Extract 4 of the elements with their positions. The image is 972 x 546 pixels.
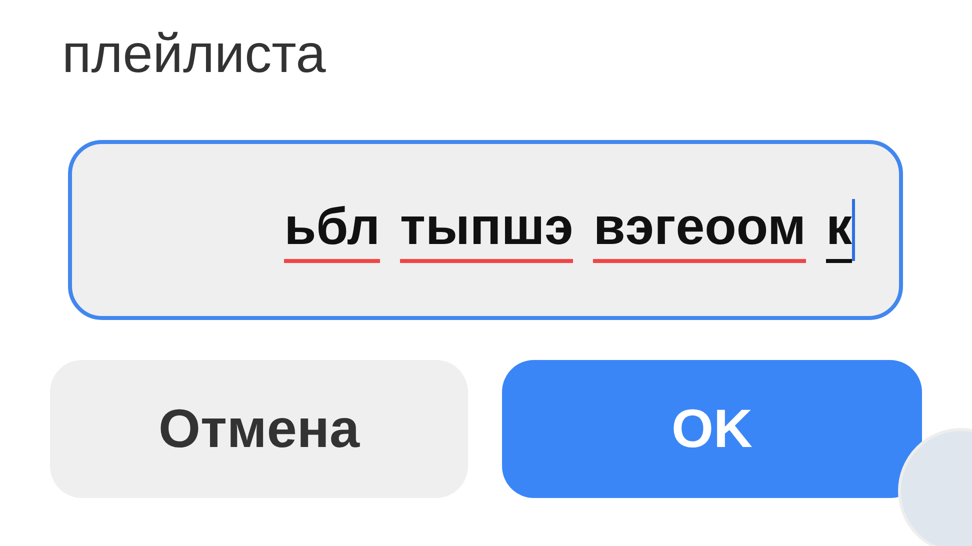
input-field[interactable]: ьбл тыпшэ вэгеоом к [68, 140, 903, 320]
dialog-button[interactable]: Отмена [50, 360, 468, 498]
dialog-title: плейлиста [62, 23, 326, 86]
dialog-button[interactable]: OK [502, 360, 922, 498]
